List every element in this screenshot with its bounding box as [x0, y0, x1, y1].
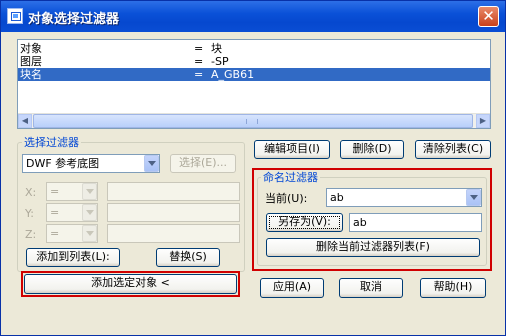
window-title: 对象选择过滤器: [28, 12, 120, 27]
z-operator-select[interactable]: =: [46, 224, 98, 243]
replace-button[interactable]: 替换(S): [156, 248, 220, 267]
current-label: 当前(U):: [265, 192, 308, 205]
add-selected-objects-button[interactable]: 添加选定对象 <: [24, 274, 237, 294]
chevron-down-icon[interactable]: [466, 189, 481, 206]
title-bar[interactable]: 对象选择过滤器 ✕: [1, 1, 505, 32]
current-filter-value: ab: [330, 191, 344, 204]
x-label: X:: [25, 186, 37, 199]
add-to-list-button[interactable]: 添加到列表(L):: [26, 248, 120, 267]
delete-current-filter-list-button[interactable]: 删除当前过滤器列表(F): [266, 238, 480, 257]
x-value-field[interactable]: [107, 182, 240, 201]
list-item-operator: =: [194, 68, 204, 81]
current-filter-select[interactable]: ab: [326, 188, 482, 207]
z-label: Z:: [25, 228, 37, 241]
list-item-name: 块名: [20, 68, 42, 81]
z-operator-value: =: [50, 227, 60, 240]
select-filter-title: 选择过滤器: [22, 136, 81, 149]
help-button[interactable]: 帮助(H): [420, 278, 486, 298]
x-operator-select[interactable]: =: [46, 182, 98, 201]
list-item-value: -SP: [211, 55, 229, 68]
list-item-name: 图层: [20, 55, 42, 68]
filter-list[interactable]: 对象 = 块 图层 = -SP 块名 = A_GB61 ◀ ▶: [17, 39, 491, 129]
scroll-right-icon[interactable]: ▶: [476, 114, 490, 128]
edit-item-button[interactable]: 编辑项目(I): [254, 140, 330, 159]
list-item-selected[interactable]: 块名 = A_GB61: [18, 68, 490, 81]
list-item[interactable]: 对象 = 块: [18, 42, 490, 55]
cancel-button[interactable]: 取消: [339, 278, 403, 298]
filter-type-value: DWF 参考底图: [26, 157, 100, 170]
clear-list-button[interactable]: 清除列表(C): [415, 140, 491, 159]
scroll-thumb[interactable]: [33, 114, 473, 128]
app-icon: [7, 8, 23, 24]
x-operator-value: =: [50, 185, 60, 198]
chevron-down-icon[interactable]: [82, 204, 97, 221]
y-operator-select[interactable]: =: [46, 203, 98, 222]
delete-button[interactable]: 删除(D): [340, 140, 404, 159]
named-filters-title: 命名过滤器: [261, 171, 320, 184]
y-label: Y:: [25, 207, 34, 220]
close-button[interactable]: ✕: [478, 6, 499, 27]
list-item-operator: =: [194, 55, 204, 68]
apply-button[interactable]: 应用(A): [260, 278, 324, 298]
filter-type-select[interactable]: DWF 参考底图: [22, 154, 160, 173]
list-item-value: A_GB61: [211, 68, 255, 81]
list-item-operator: =: [194, 42, 204, 55]
scroll-left-icon[interactable]: ◀: [18, 114, 32, 128]
select-button[interactable]: 选择(E)...: [170, 154, 236, 173]
z-value-field[interactable]: [107, 224, 240, 243]
list-item[interactable]: 图层 = -SP: [18, 55, 490, 68]
filter-dialog: 对象选择过滤器 ✕ 对象 = 块 图层 = -SP 块名 = A_GB61 ◀ …: [0, 0, 506, 336]
chevron-down-icon[interactable]: [144, 155, 159, 172]
list-item-name: 对象: [20, 42, 42, 55]
y-value-field[interactable]: [107, 203, 240, 222]
list-item-value: 块: [211, 42, 222, 55]
save-as-name-input[interactable]: ab: [349, 213, 482, 232]
horizontal-scrollbar[interactable]: ◀ ▶: [18, 113, 490, 128]
chevron-down-icon[interactable]: [82, 183, 97, 200]
y-operator-value: =: [50, 206, 60, 219]
save-as-button[interactable]: 另存为(V):: [266, 213, 343, 232]
chevron-down-icon[interactable]: [82, 225, 97, 242]
